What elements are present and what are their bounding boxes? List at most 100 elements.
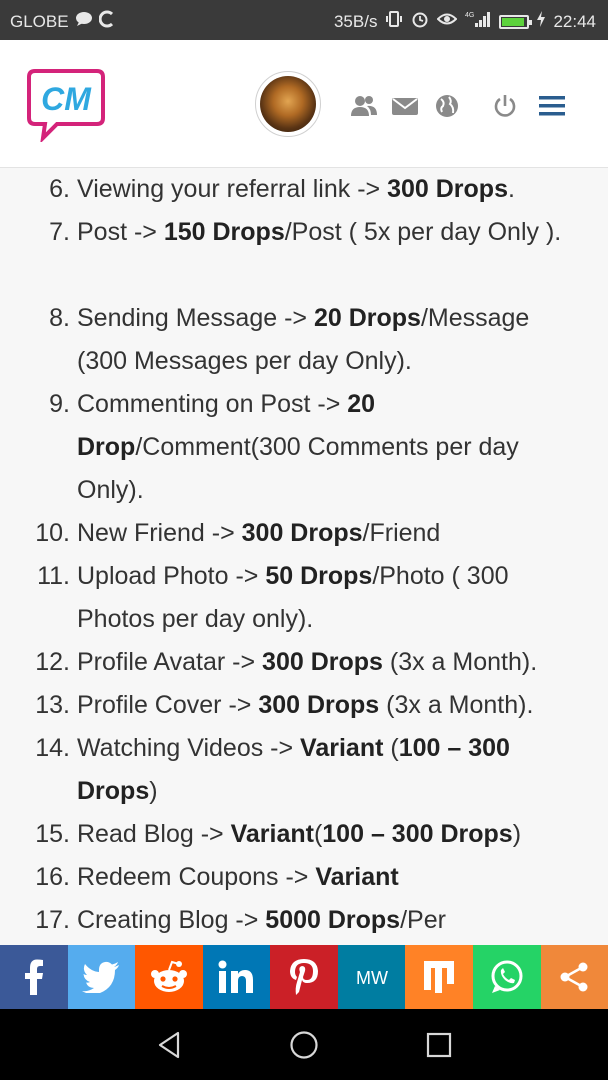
list-number: 16. (35, 863, 70, 891)
twitter-icon (82, 961, 120, 993)
pinterest-icon (289, 958, 319, 996)
svg-text:CM: CM (41, 81, 92, 117)
text-segment: Upload Photo -> (77, 562, 266, 590)
status-right: 35B/s 4G 22:44 (334, 10, 596, 33)
status-left: GLOBE (10, 10, 115, 33)
bold-value: 150 Drops (163, 218, 285, 246)
eye-icon (437, 11, 458, 32)
text-segment: Profile Avatar -> (77, 648, 263, 676)
share-facebook-button[interactable] (0, 945, 68, 1009)
list-number: 10. (35, 519, 70, 547)
bold-value: 100 – 300 Drops (322, 820, 513, 848)
bold-value: 50 Drops (265, 562, 373, 590)
charging-icon (537, 11, 546, 32)
text-segment: (3x a Month). (379, 691, 534, 719)
linkedin-icon (218, 960, 254, 994)
list-number: 17. (35, 906, 70, 934)
text-segment: Post -> (77, 218, 164, 246)
chat-icon (75, 11, 93, 32)
list-number: 12. (35, 648, 70, 676)
bold-value: 5000 Drops (265, 906, 401, 934)
android-nav-bar (0, 1009, 608, 1080)
list-text: Creating Blog -> 5000 Drops/Per (77, 899, 582, 942)
reddit-icon (149, 960, 189, 994)
list-number: 6. (49, 175, 70, 203)
list-number: 7. (49, 218, 70, 246)
mail-icon[interactable] (392, 93, 418, 119)
text-segment: /Friend (362, 519, 441, 547)
user-avatar[interactable] (255, 71, 321, 137)
social-share-bar: MW (0, 945, 608, 1009)
list-text: Commenting on Post -> 20 Drop/Comment(30… (77, 383, 582, 512)
site-logo[interactable]: CM (27, 68, 105, 144)
text-segment: ( (383, 734, 399, 762)
svg-text:4G: 4G (465, 12, 474, 19)
signal-icon: 4G (465, 10, 491, 33)
list-text: Profile Cover -> 300 Drops (3x a Month). (77, 684, 582, 727)
text-segment: ) (512, 820, 522, 848)
alarm-icon (411, 10, 429, 33)
share-pinterest-button[interactable] (270, 945, 338, 1009)
bold-value: 300 Drops (241, 519, 363, 547)
vibrate-icon (385, 10, 403, 33)
share-reddit-button[interactable] (135, 945, 203, 1009)
share-twitter-button[interactable] (67, 945, 136, 1009)
clock: 22:44 (553, 11, 596, 31)
recents-icon[interactable] (423, 1029, 455, 1061)
list-text: Watching Videos -> Variant (100 – 300 Dr… (77, 727, 582, 813)
list-number: 13. (35, 691, 70, 719)
text-segment: Viewing your referral link -> (77, 175, 388, 203)
network-speed: 35B/s (333, 11, 378, 31)
facebook-icon (23, 959, 45, 995)
text-segment: Watching Videos -> (77, 734, 301, 762)
share-mewe-button[interactable]: MW (337, 945, 406, 1009)
list-text: Redeem Coupons -> Variant (77, 856, 582, 899)
list-text: Profile Avatar -> 300 Drops (3x a Month)… (77, 641, 582, 684)
list-text: Sending Message -> 20 Drops/Message (300… (77, 297, 582, 383)
svg-text:MW: MW (356, 968, 388, 988)
list-number: 15. (35, 820, 70, 848)
text-segment: /Comment(300 Comments per day Only). (77, 433, 519, 504)
bold-value: Variant (230, 820, 314, 848)
article-content: 6. Viewing your referral link -> 300 Drop… (0, 168, 608, 945)
bold-value: 300 Drops (387, 175, 508, 203)
text-segment: ) (149, 777, 158, 805)
friends-icon[interactable] (351, 93, 377, 119)
menu-icon[interactable] (539, 93, 565, 119)
share-mix-button[interactable] (405, 945, 473, 1009)
text-segment: (3x a Month). (382, 648, 538, 676)
text-segment: Sending Message -> (77, 304, 314, 332)
text-segment: Profile Cover -> (77, 691, 259, 719)
power-icon[interactable] (492, 93, 518, 119)
list-text: Viewing your referral link -> 300 Drops. (77, 168, 582, 211)
bold-value: Variant (300, 734, 384, 762)
home-icon[interactable] (288, 1029, 320, 1061)
text-segment: /Post ( 5x per day Only ). (284, 218, 562, 246)
text-segment: Creating Blog -> (77, 906, 266, 934)
list-text: Upload Photo -> 50 Drops/Photo ( 300 Pho… (77, 555, 582, 641)
sync-icon (98, 10, 115, 33)
text-segment: New Friend -> (77, 519, 242, 547)
globe-icon[interactable] (434, 93, 460, 119)
list-number: 8. (49, 304, 70, 332)
status-bar: GLOBE 35B/s 4G 22:44 (0, 0, 608, 40)
battery-icon (499, 14, 533, 29)
share-share-button[interactable] (540, 945, 608, 1009)
mewe-icon: MW (350, 965, 394, 989)
text-segment: Read Blog -> (77, 820, 231, 848)
bold-value: 300 Drops (258, 691, 380, 719)
bold-value: Variant (315, 863, 399, 891)
back-icon[interactable] (154, 1029, 186, 1061)
share-linkedin-button[interactable] (202, 945, 271, 1009)
whatsapp-icon (489, 959, 525, 995)
list-text: Read Blog -> Variant(100 – 300 Drops) (77, 813, 582, 856)
carrier-name: GLOBE (10, 11, 69, 31)
share-whatsapp-button[interactable] (472, 945, 541, 1009)
share-icon (559, 962, 589, 992)
text-segment: Redeem Coupons -> (77, 863, 316, 891)
avatar-image (260, 76, 316, 132)
bold-value: 20 Drops (313, 304, 421, 332)
text-segment: Commenting on Post -> (77, 390, 348, 418)
list-text: Post -> 150 Drops/Post ( 5x per day Only… (77, 211, 582, 254)
mix-icon (423, 960, 455, 994)
